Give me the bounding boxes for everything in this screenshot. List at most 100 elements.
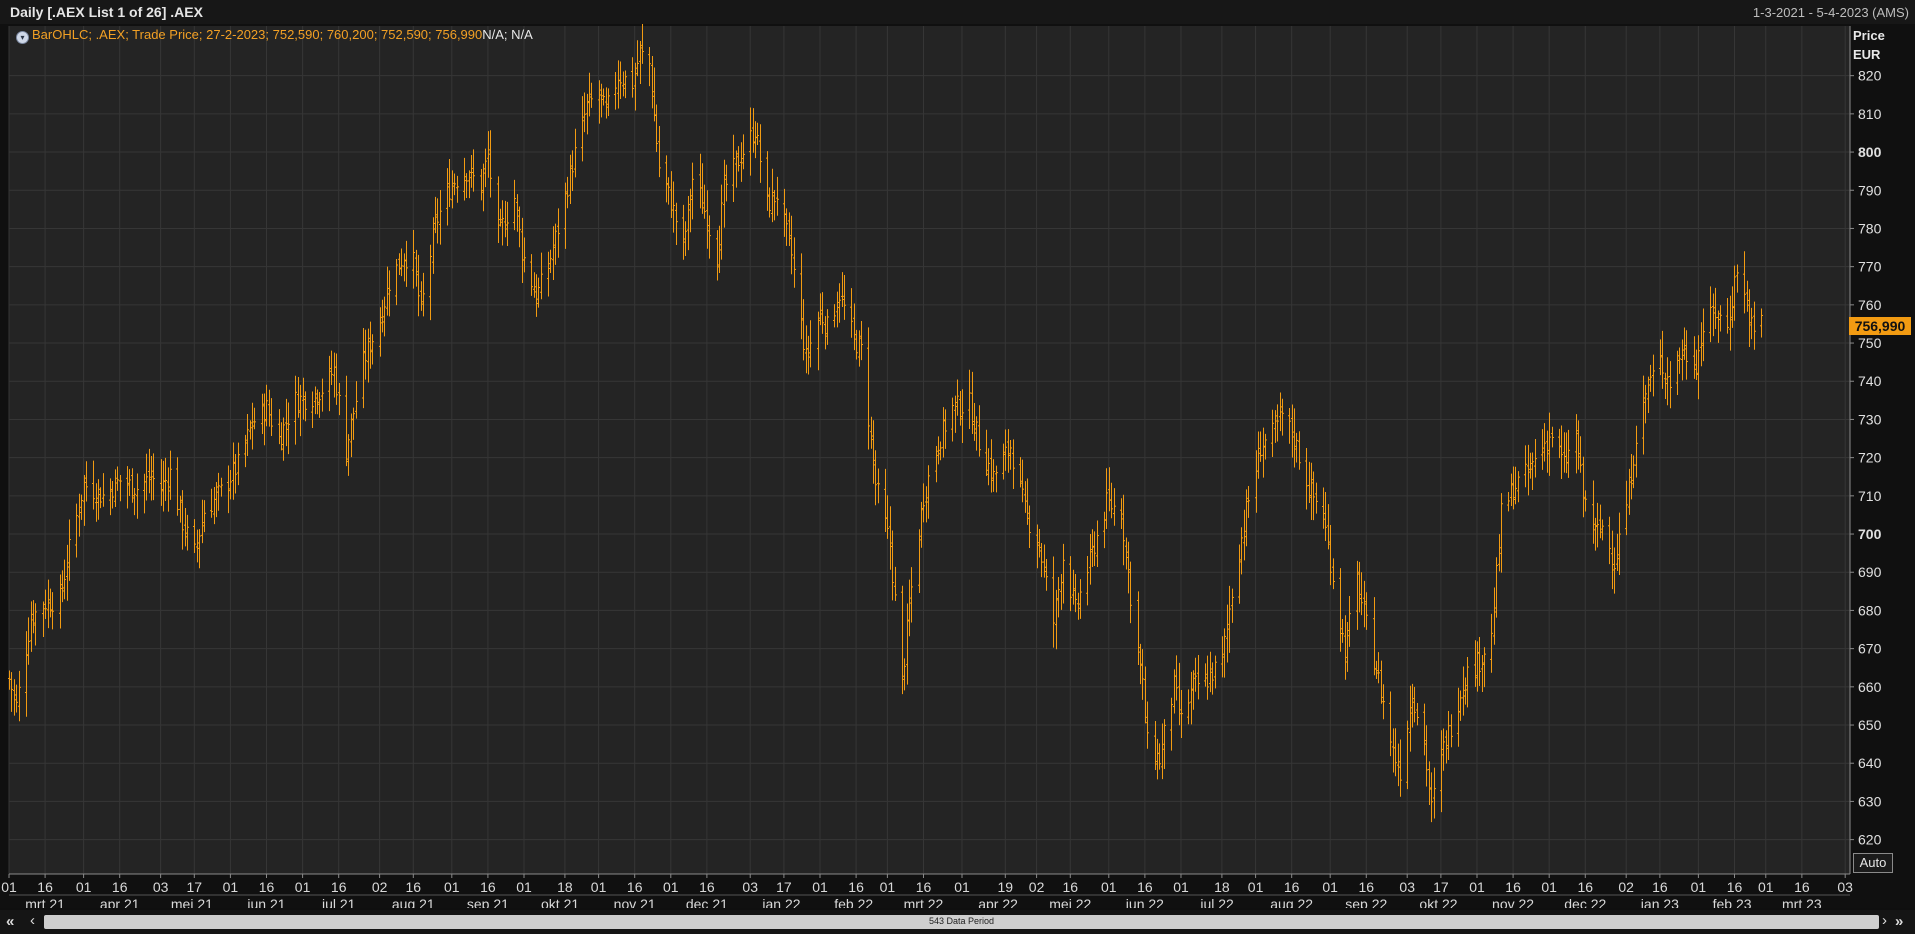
x-tick-label: 02 — [1029, 879, 1045, 895]
y-tick-label: 770 — [1858, 259, 1882, 275]
x-month-label: jul 21 — [321, 896, 356, 908]
x-month-label: mrt 23 — [1782, 896, 1822, 908]
x-month-label: nov 22 — [1492, 896, 1534, 908]
x-tick-label: 18 — [1214, 879, 1230, 895]
x-tick-label: 01 — [223, 879, 239, 895]
x-month-label: sep 21 — [467, 896, 509, 908]
x-month-label: mei 21 — [171, 896, 213, 908]
x-month-label: mei 22 — [1049, 896, 1091, 908]
series-legend[interactable]: ▾ BarOHLC; .AEX; Trade Price; 27-2-2023; … — [16, 27, 533, 44]
y-tick-label: 720 — [1858, 450, 1882, 466]
x-tick-label: 01 — [76, 879, 92, 895]
x-axis-months: mrt 21 apr 21 mei 21 jun 21 jul 21 aug 21 sep … — [9, 894, 1850, 908]
x-month-label: feb 22 — [834, 896, 873, 908]
scroll-left-icon[interactable]: ‹ — [30, 912, 35, 929]
x-tick-label: 02 — [1618, 879, 1634, 895]
x-tick-label: 16 — [1794, 879, 1810, 895]
x-tick-label: 16 — [1358, 879, 1374, 895]
x-tick-label: 01 — [1248, 879, 1264, 895]
x-month-label: aug 22 — [1270, 896, 1313, 908]
x-month-label: jun 22 — [1125, 896, 1164, 908]
x-tick-label: 16 — [406, 879, 422, 895]
data-period-label: 543 Data Period — [928, 916, 995, 926]
scroll-end-icon[interactable]: » — [1895, 913, 1903, 930]
x-month-label: mrt 22 — [904, 896, 944, 908]
y-tick-label: 740 — [1858, 373, 1882, 389]
x-tick-label: 17 — [187, 879, 203, 895]
date-range: 1-3-2021 - 5-4-2023 (AMS) — [1752, 5, 1909, 20]
y-axis-title-currency: EUR — [1853, 47, 1881, 62]
price-chart[interactable]: 620 630 640 650 660 670 680 690 700 710 720 730 740 7… — [0, 24, 1915, 908]
x-tick-label: 16 — [1577, 879, 1593, 895]
y-tick-label: 670 — [1858, 641, 1882, 657]
y-tick-label: 790 — [1858, 182, 1882, 198]
x-tick-label: 16 — [1137, 879, 1153, 895]
x-tick-label: 02 — [372, 879, 388, 895]
y-tick-label: 630 — [1858, 793, 1882, 809]
x-month-label: jun 21 — [246, 896, 285, 908]
x-tick-label: 03 — [1837, 879, 1853, 895]
x-tick-label: 01 — [1101, 879, 1117, 895]
x-tick-label: 03 — [153, 879, 169, 895]
x-tick-label: 17 — [1433, 879, 1449, 895]
y-tick-label: 710 — [1858, 488, 1882, 504]
x-month-label: sep 22 — [1345, 896, 1387, 908]
x-tick-label: 16 — [1727, 879, 1743, 895]
window-titlebar: Daily [.AEX List 1 of 26] .AEX 1-3-2021 … — [0, 0, 1915, 25]
x-month-label: dec 21 — [686, 896, 728, 908]
x-tick-label: 03 — [742, 879, 758, 895]
x-month-label: jan 22 — [761, 896, 800, 908]
y-tick-label: 730 — [1858, 411, 1882, 427]
x-month-label: aug 21 — [392, 896, 435, 908]
scroll-thumb[interactable]: 543 Data Period — [44, 915, 1879, 929]
x-tick-label: 01 — [1541, 879, 1557, 895]
x-tick-label: 03 — [1399, 879, 1415, 895]
time-scrollbar[interactable]: « ‹ 543 Data Period › » — [0, 910, 1915, 934]
window-title: Daily [.AEX List 1 of 26] .AEX — [10, 4, 203, 20]
x-month-label: feb 23 — [1713, 896, 1752, 908]
y-tick-label: 620 — [1858, 832, 1882, 848]
x-month-label: nov 21 — [614, 896, 656, 908]
x-tick-label: 01 — [663, 879, 679, 895]
y-tick-label: 810 — [1858, 106, 1882, 122]
scroll-start-icon[interactable]: « — [6, 913, 14, 930]
y-axis-title: Price EUR — [1853, 26, 1885, 64]
x-tick-label: 01 — [1322, 879, 1338, 895]
y-tick-label: 700 — [1858, 526, 1882, 542]
y-tick-label: 820 — [1858, 68, 1882, 84]
x-month-label: dec 22 — [1564, 896, 1606, 908]
x-tick-label: 01 — [812, 879, 828, 895]
x-tick-label: 16 — [1505, 879, 1521, 895]
x-tick-label: 16 — [37, 879, 53, 895]
y-tick-label: 690 — [1858, 564, 1882, 580]
x-month-label: jan 23 — [1640, 896, 1679, 908]
x-tick-label: 16 — [627, 879, 643, 895]
x-tick-label: 16 — [1652, 879, 1668, 895]
x-tick-label: 01 — [591, 879, 607, 895]
legend-settings-icon[interactable]: ▾ — [16, 31, 29, 44]
x-tick-label: 19 — [998, 879, 1014, 895]
x-tick-label: 01 — [1758, 879, 1774, 895]
x-tick-label: 01 — [516, 879, 532, 895]
scroll-right-icon[interactable]: › — [1882, 912, 1887, 929]
x-tick-label: 16 — [699, 879, 715, 895]
y-tick-label: 650 — [1858, 717, 1882, 733]
x-tick-label: 16 — [1062, 879, 1078, 895]
x-month-label: apr 21 — [100, 896, 140, 908]
x-month-label: okt 22 — [1419, 896, 1457, 908]
x-tick-label: 16 — [1284, 879, 1300, 895]
x-month-label: okt 21 — [541, 896, 579, 908]
x-tick-label: 16 — [259, 879, 275, 895]
x-tick-label: 01 — [1691, 879, 1707, 895]
x-tick-label: 01 — [295, 879, 311, 895]
y-tick-label: 780 — [1858, 220, 1882, 236]
x-month-label: jul 22 — [1199, 896, 1234, 908]
x-tick-label: 18 — [557, 879, 573, 895]
x-tick-label: 01 — [954, 879, 970, 895]
x-tick-label: 01 — [1469, 879, 1485, 895]
y-tick-label: 760 — [1858, 297, 1882, 313]
y-tick-label: 660 — [1858, 679, 1882, 695]
legend-extra: N/A; N/A — [482, 27, 533, 42]
auto-scale-button[interactable]: Auto — [1853, 853, 1893, 873]
y-tick-label: 800 — [1858, 144, 1882, 160]
